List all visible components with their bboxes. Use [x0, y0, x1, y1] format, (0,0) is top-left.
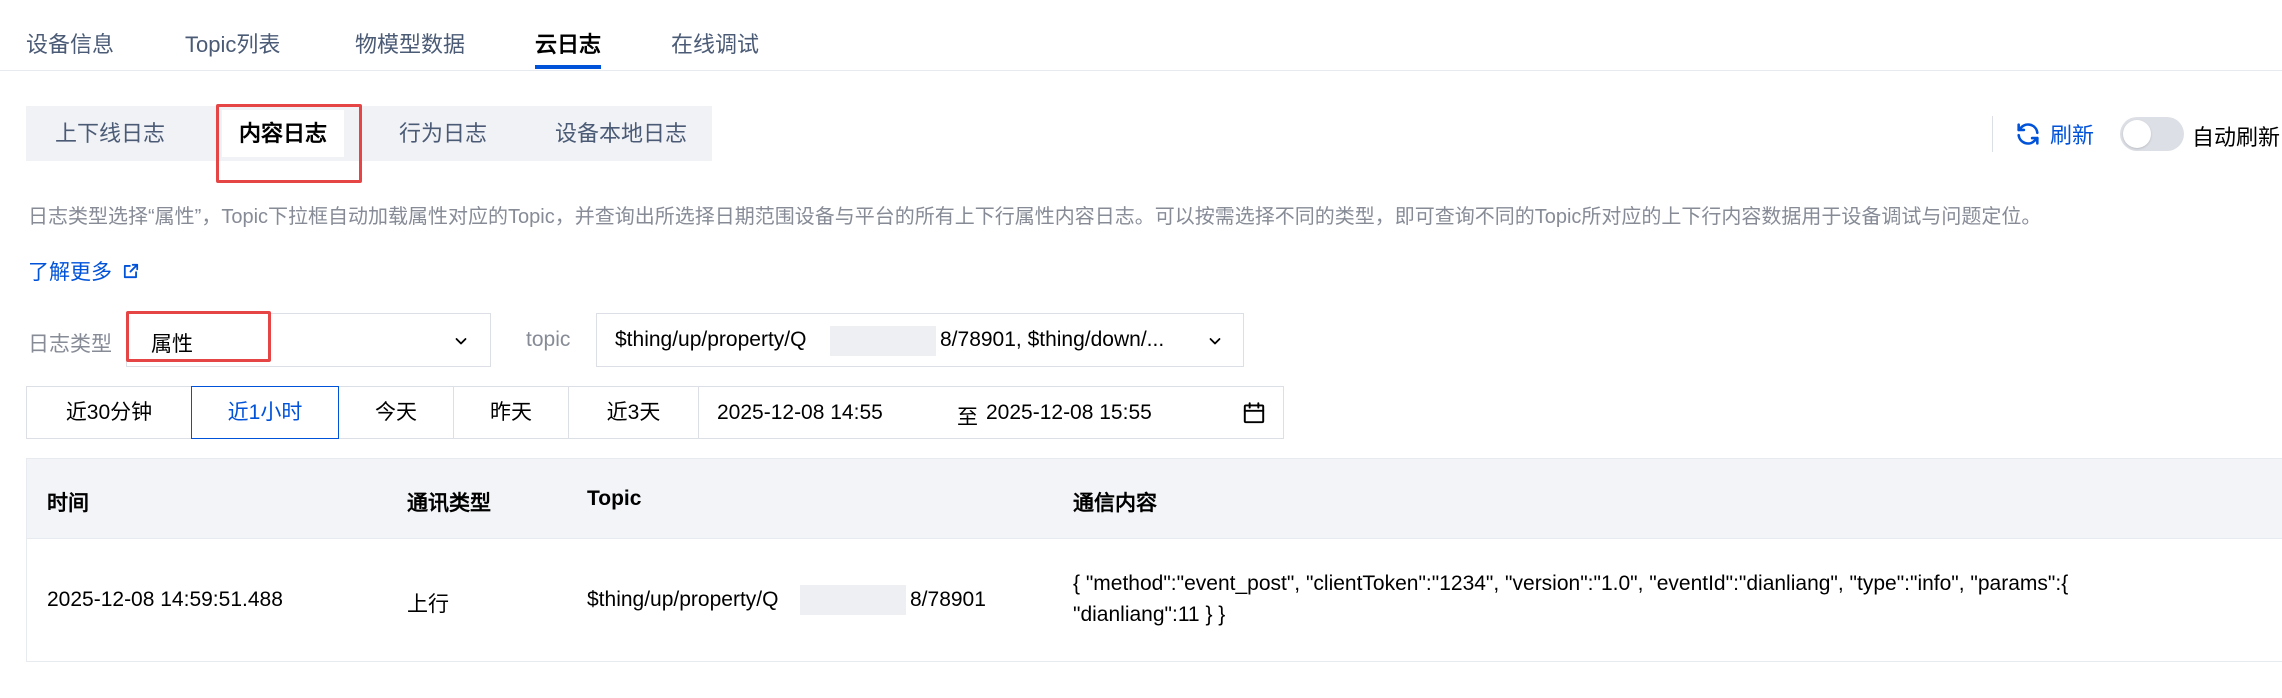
time-range-today[interactable]: 今天 — [338, 386, 454, 439]
redacted-mask — [800, 585, 906, 615]
toolbar-divider — [1992, 116, 1993, 152]
refresh-button[interactable]: 刷新 — [2014, 117, 2094, 151]
tab-topic-list[interactable]: Topic列表 — [185, 27, 280, 59]
learn-more-link[interactable]: 了解更多 — [28, 256, 140, 286]
date-start: 2025-12-08 14:55 — [717, 401, 883, 424]
time-range-yesterday[interactable]: 昨天 — [453, 386, 569, 439]
topic-value-suffix: 8/78901, $thing/down/... — [940, 328, 1165, 351]
cell-content-line2: "dianliang":11 } } — [1073, 603, 1226, 626]
log-description: 日志类型选择“属性”，Topic下拉框自动加载属性对应的Topic，并查询出所选… — [28, 206, 2042, 228]
learn-more-label: 了解更多 — [28, 261, 112, 284]
cell-content-line1: { "method":"event_post", "clientToken":"… — [1073, 572, 2069, 595]
date-range-picker[interactable]: 2025-12-08 14:55 至 2025-12-08 15:55 — [698, 386, 1284, 439]
top-tab-bar: 设备信息 Topic列表 物模型数据 云日志 在线调试 — [0, 0, 2282, 71]
tab-device-info[interactable]: 设备信息 — [26, 27, 114, 59]
auto-refresh-label: 自动刷新 — [2192, 125, 2281, 150]
tab-thing-model-data[interactable]: 物模型数据 — [355, 27, 465, 59]
chevron-down-icon — [455, 338, 467, 345]
redacted-mask — [830, 326, 936, 356]
log-type-select[interactable]: 属性 — [126, 313, 491, 367]
external-link-icon — [123, 263, 139, 279]
subtab-online-offline-log[interactable]: 上下线日志 — [26, 106, 194, 161]
subtab-behavior-log[interactable]: 行为日志 — [366, 106, 520, 161]
column-header-content: 通信内容 — [1073, 492, 1157, 515]
active-tab-indicator — [535, 65, 601, 69]
column-header-comm-type: 通讯类型 — [407, 492, 491, 515]
log-type-value: 属性 — [151, 333, 193, 356]
log-table: 时间 通讯类型 Topic 通信内容 2025-12-08 14:59:51.4… — [26, 458, 2282, 662]
toggle-knob — [2123, 120, 2151, 148]
time-range-30min[interactable]: 近30分钟 — [26, 386, 192, 439]
cell-topic-prefix: $thing/up/property/Q — [587, 588, 779, 611]
calendar-icon — [1243, 402, 1265, 424]
cell-time: 2025-12-08 14:59:51.488 — [47, 588, 283, 611]
topic-select[interactable]: $thing/up/property/Q 8/78901, $thing/dow… — [596, 313, 1244, 367]
topic-value-prefix: $thing/up/property/Q — [615, 328, 807, 351]
time-range-3days[interactable]: 近3天 — [568, 386, 699, 439]
chevron-down-icon — [1209, 338, 1221, 345]
column-header-topic: Topic — [587, 487, 642, 510]
column-header-time: 时间 — [47, 492, 89, 515]
topic-label: topic — [526, 328, 571, 351]
date-end: 2025-12-08 15:55 — [986, 401, 1152, 424]
time-range-1hour[interactable]: 近1小时 — [191, 386, 339, 439]
log-type-label: 日志类型 — [28, 333, 112, 356]
tab-cloud-log[interactable]: 云日志 — [535, 27, 601, 59]
subtab-device-local-log[interactable]: 设备本地日志 — [536, 106, 706, 161]
date-separator: 至 — [957, 406, 978, 429]
log-type-tabs: 上下线日志 内容日志 行为日志 设备本地日志 — [26, 106, 712, 161]
cell-topic-suffix: 8/78901 — [910, 588, 986, 611]
tab-online-debug[interactable]: 在线调试 — [671, 27, 759, 59]
table-row: 2025-12-08 14:59:51.488 上行 $thing/up/pro… — [27, 540, 2282, 662]
auto-refresh-toggle[interactable] — [2120, 117, 2184, 151]
refresh-icon — [2017, 123, 2039, 145]
refresh-label: 刷新 — [2050, 123, 2095, 148]
cell-comm-type: 上行 — [407, 593, 449, 616]
subtab-content-log[interactable]: 内容日志 — [222, 110, 344, 157]
table-header: 时间 通讯类型 Topic 通信内容 — [27, 459, 2282, 539]
